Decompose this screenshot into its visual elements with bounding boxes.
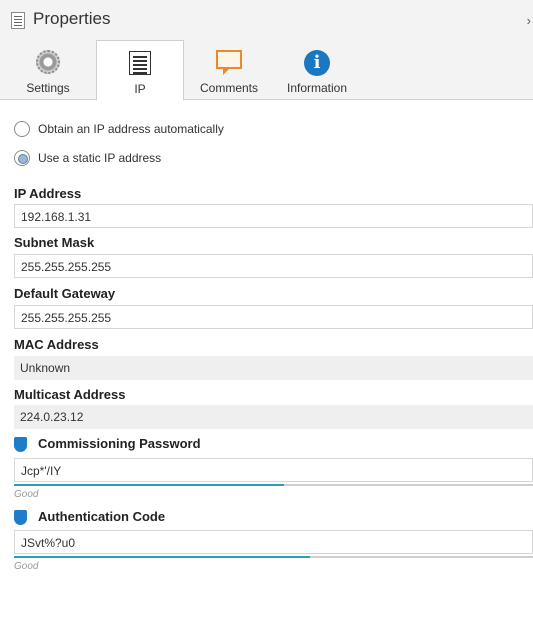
tab-label: Comments	[199, 81, 258, 95]
collapse-icon[interactable]: ›	[527, 13, 531, 28]
properties-icon	[11, 12, 25, 29]
radio-button[interactable]	[14, 121, 30, 137]
info-icon: i	[304, 50, 330, 76]
subnet-mask-label: Subnet Mask	[14, 235, 95, 250]
panel-header: Properties ›	[0, 0, 533, 40]
password-strength-label: Good	[14, 489, 39, 500]
tab-comments[interactable]: Comments	[190, 40, 268, 100]
tab-ip[interactable]: IP	[96, 40, 184, 101]
tab-strip: Settings IP Comments i Information	[0, 40, 533, 101]
ip-address-input[interactable]: 192.168.1.31	[14, 204, 533, 228]
panel-title: Properties	[33, 9, 111, 28]
password-strength-bar	[14, 484, 533, 486]
field-label-text: Authentication Code	[38, 509, 166, 524]
radio-label: Obtain an IP address automatically	[38, 122, 224, 136]
auth-code-strength-bar	[14, 556, 533, 558]
radio-button[interactable]	[14, 150, 30, 166]
radio-label: Use a static IP address	[38, 151, 162, 165]
tab-label: IP	[134, 82, 146, 96]
mac-address-label: MAC Address	[14, 337, 99, 352]
shield-icon	[14, 437, 27, 452]
auth-code-strength-label: Good	[14, 561, 39, 572]
commissioning-password-input[interactable]: Jcp*'/IY	[14, 458, 533, 482]
password-strength-fill	[14, 484, 284, 486]
multicast-address-value: 224.0.23.12	[14, 405, 533, 429]
shield-icon	[14, 510, 27, 525]
tab-label: Settings	[26, 81, 70, 95]
tab-label: Information	[286, 81, 348, 95]
default-gateway-input[interactable]: 255.255.255.255	[14, 305, 533, 329]
authentication-code-input[interactable]: JSvt%?u0	[14, 530, 533, 554]
mac-address-value: Unknown	[14, 356, 533, 380]
default-gateway-label: Default Gateway	[14, 286, 116, 301]
ip-document-icon	[129, 51, 151, 75]
gear-icon	[36, 50, 60, 74]
tab-settings[interactable]: Settings	[8, 40, 88, 100]
tab-information[interactable]: i Information	[276, 40, 358, 100]
field-label-text: Commissioning Password	[38, 436, 201, 451]
ip-address-label: IP Address	[14, 186, 82, 201]
comment-icon	[216, 50, 242, 75]
auth-code-strength-fill	[14, 556, 310, 558]
subnet-mask-input[interactable]: 255.255.255.255	[14, 254, 533, 278]
multicast-address-label: Multicast Address	[14, 387, 126, 402]
